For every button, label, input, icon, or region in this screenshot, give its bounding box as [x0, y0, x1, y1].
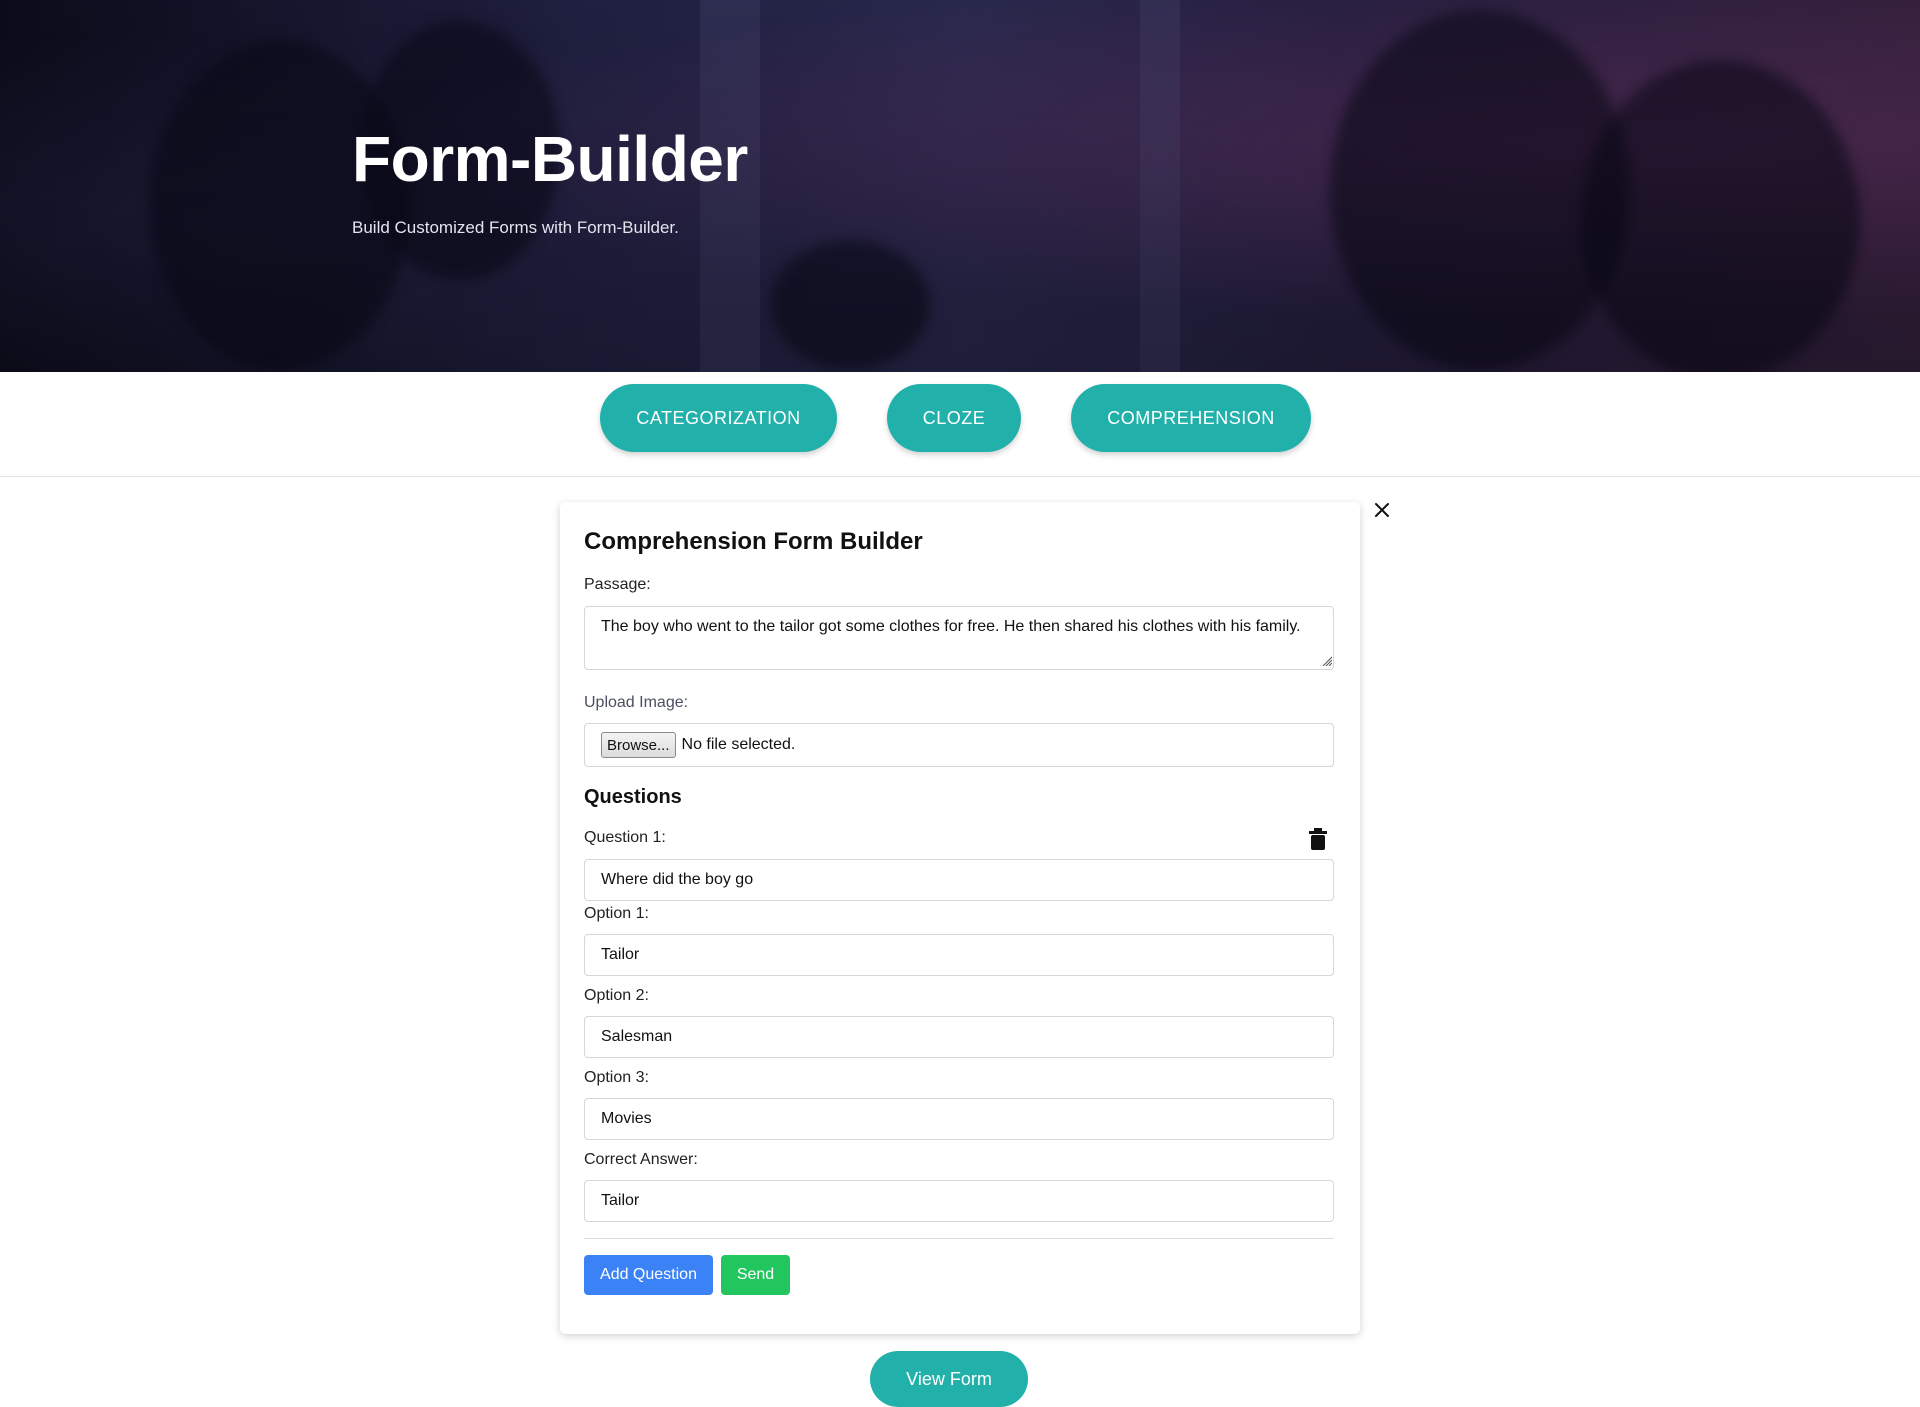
close-icon — [1375, 503, 1389, 517]
passage-textarea[interactable]: The boy who went to the tailor got some … — [584, 606, 1334, 670]
option-1-input[interactable] — [584, 934, 1334, 976]
add-question-button[interactable]: Add Question — [584, 1255, 713, 1295]
form-type-nav: CATEGORIZATION CLOZE COMPREHENSION — [0, 372, 1920, 477]
option-2-label: Option 2: — [584, 987, 649, 1004]
file-status: No file selected. — [681, 736, 796, 753]
option-3-input[interactable] — [584, 1098, 1334, 1140]
upload-image-label: Upload Image: — [584, 694, 689, 711]
browse-button[interactable]: Browse... — [601, 732, 676, 758]
divider — [584, 1238, 1334, 1239]
image-file-input: Browse... No file selected. — [584, 723, 1334, 767]
comprehension-builder-card: Comprehension Form Builder Passage: The … — [560, 502, 1360, 1334]
close-builder-button[interactable] — [1370, 498, 1394, 522]
categorization-button[interactable]: CATEGORIZATION — [600, 384, 837, 452]
builder-title: Comprehension Form Builder — [584, 528, 923, 555]
trash-icon[interactable] — [1308, 828, 1328, 850]
view-form-button[interactable]: View Form — [870, 1351, 1028, 1407]
correct-answer-label: Correct Answer: — [584, 1151, 698, 1168]
correct-answer-input[interactable] — [584, 1180, 1334, 1222]
cloze-button[interactable]: CLOZE — [887, 384, 1021, 452]
comprehension-button[interactable]: COMPREHENSION — [1071, 384, 1311, 452]
hero-overlay — [0, 0, 1920, 372]
question-label: Question 1: — [584, 829, 666, 846]
option-2-input[interactable] — [584, 1016, 1334, 1058]
option-1-label: Option 1: — [584, 905, 649, 922]
option-3-label: Option 3: — [584, 1069, 649, 1086]
page-subtitle: Build Customized Forms with Form-Builder… — [352, 218, 679, 237]
hero-banner: Form-Builder Build Customized Forms with… — [0, 0, 1920, 372]
question-input[interactable] — [584, 859, 1334, 901]
questions-heading: Questions — [584, 786, 682, 808]
resize-grip-icon[interactable] — [1322, 656, 1332, 666]
passage-label: Passage: — [584, 576, 651, 593]
send-button[interactable]: Send — [721, 1255, 790, 1295]
page-title: Form-Builder — [352, 123, 748, 195]
